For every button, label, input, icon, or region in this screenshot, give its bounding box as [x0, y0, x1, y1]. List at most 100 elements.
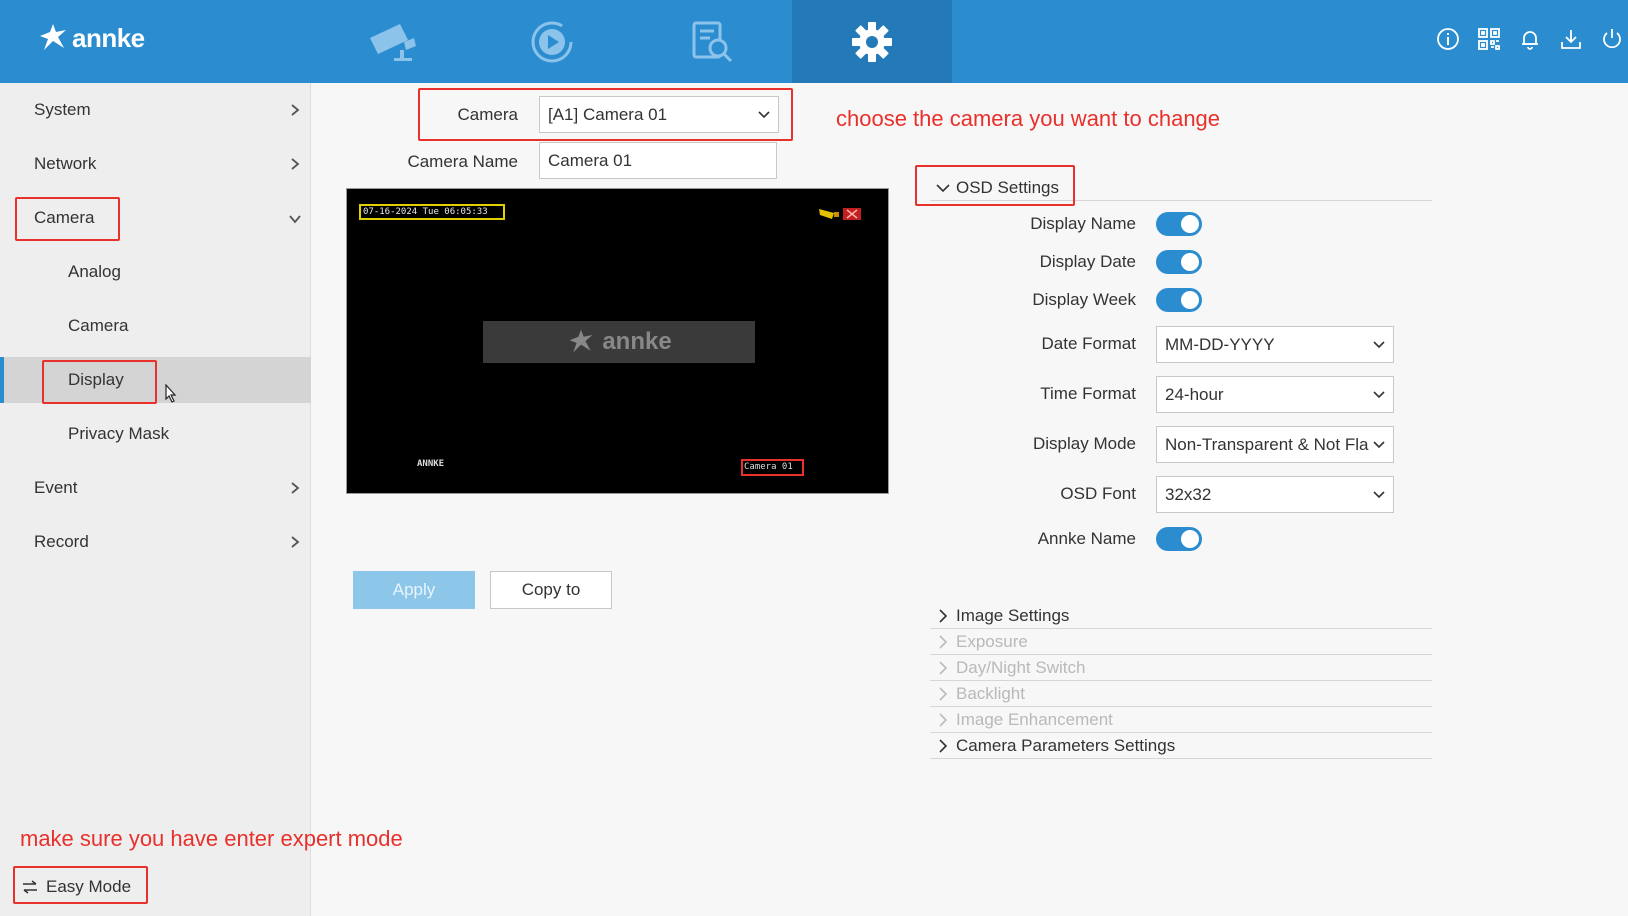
- alarm-icon: [843, 208, 861, 220]
- section-backlight: Backlight: [930, 681, 1432, 707]
- swap-icon: [23, 879, 37, 894]
- chevron-right-icon: [291, 482, 300, 494]
- chevron-right-icon: [291, 536, 300, 548]
- annke-logo-icon: [40, 24, 66, 50]
- camera-select[interactable]: [A1] Camera 01: [539, 96, 779, 133]
- osd-date-overlay[interactable]: 07-16-2024 Tue 06:05:33: [359, 204, 505, 220]
- info-icon[interactable]: [1435, 26, 1460, 51]
- chevron-down-icon: [936, 183, 950, 192]
- download-icon[interactable]: [1558, 26, 1583, 51]
- apply-button[interactable]: Apply: [353, 571, 475, 609]
- section-exposure: Exposure: [930, 629, 1432, 655]
- display-date-toggle[interactable]: [1156, 250, 1202, 274]
- chevron-down-icon: [1373, 341, 1385, 349]
- section-label: Image Enhancement: [956, 709, 1113, 729]
- section-label: Day/Night Switch: [956, 657, 1086, 677]
- time-format-label: Time Format: [1040, 384, 1136, 403]
- osd-annke-name[interactable]: ANNKE: [417, 459, 444, 469]
- mouse-cursor-icon: [165, 384, 177, 403]
- chevron-right-icon: [939, 608, 948, 623]
- bell-icon[interactable]: [1517, 26, 1542, 51]
- logo-text: annke: [72, 22, 145, 53]
- time-format-select[interactable]: 24-hour: [1156, 376, 1394, 413]
- sidebar-item-label: Camera: [34, 208, 95, 227]
- sidebar-item-privacy-mask[interactable]: Privacy Mask: [0, 411, 311, 457]
- sidebar-item-record[interactable]: Record: [0, 519, 311, 565]
- annke-name-toggle[interactable]: [1156, 527, 1202, 551]
- time-format-value: 24-hour: [1165, 384, 1224, 404]
- sidebar: System Network Camera Analog Camera Disp…: [0, 83, 311, 916]
- chevron-down-icon: [1373, 441, 1385, 449]
- display-mode-label: Display Mode: [1033, 434, 1136, 453]
- nav-tab-live-view[interactable]: [312, 0, 472, 83]
- camera-icon: [370, 23, 416, 61]
- power-icon[interactable]: [1599, 26, 1624, 51]
- section-label: Backlight: [956, 683, 1025, 703]
- section-day-night-switch: Day/Night Switch: [930, 655, 1432, 681]
- file-search-icon: [692, 21, 733, 62]
- top-icon-bar: [1435, 26, 1628, 51]
- top-bar: annke: [0, 0, 1628, 83]
- section-image-enhancement: Image Enhancement: [930, 707, 1432, 733]
- copy-to-button[interactable]: Copy to: [490, 571, 612, 609]
- sidebar-item-label: Event: [34, 478, 78, 497]
- display-name-toggle[interactable]: [1156, 212, 1202, 236]
- annke-logo-icon: [569, 329, 593, 353]
- sidebar-item-display[interactable]: Display: [0, 357, 311, 403]
- annke-name-label: Annke Name: [1037, 529, 1136, 548]
- playback-icon: [531, 21, 573, 62]
- section-label: Camera Parameters Settings: [956, 735, 1176, 755]
- chevron-right-icon: [291, 104, 300, 116]
- sidebar-item-label: Privacy Mask: [68, 424, 170, 443]
- osd-settings-header[interactable]: OSD Settings: [930, 175, 1432, 201]
- display-week-label: Display Week: [1032, 290, 1136, 309]
- sidebar-item-label: Record: [34, 532, 89, 551]
- display-date-label: Display Date: [1039, 252, 1136, 271]
- nav-tab-search[interactable]: [632, 0, 792, 83]
- osd-font-select[interactable]: 32x32: [1156, 476, 1394, 513]
- osd-status-icons: [818, 207, 862, 221]
- sidebar-item-event[interactable]: Event: [0, 465, 311, 511]
- camera-name-label: Camera Name: [407, 152, 518, 171]
- camera-select-value: [A1] Camera 01: [548, 104, 668, 124]
- chevron-down-icon: [1373, 491, 1385, 499]
- nav-tab-playback[interactable]: [472, 0, 632, 83]
- annke-logo: annke: [36, 22, 145, 54]
- chevron-right-icon: [939, 686, 948, 701]
- date-format-select[interactable]: MM-DD-YYYY: [1156, 326, 1394, 363]
- osd-camera-name[interactable]: Camera 01: [741, 459, 804, 476]
- easy-mode-button[interactable]: Easy Mode: [14, 868, 148, 905]
- motion-icon: [819, 209, 839, 219]
- display-mode-select[interactable]: Non-Transparent & Not Fla: [1156, 426, 1394, 463]
- section-camera-parameters[interactable]: Camera Parameters Settings: [930, 733, 1432, 759]
- sidebar-item-system[interactable]: System: [0, 87, 311, 133]
- camera-label: Camera: [457, 105, 518, 124]
- chevron-right-icon: [939, 660, 948, 675]
- camera-name-value: Camera 01: [548, 150, 633, 170]
- display-mode-value: Non-Transparent & Not Fla: [1165, 434, 1369, 454]
- easy-mode-label: Easy Mode: [46, 876, 132, 896]
- date-format-value: MM-DD-YYYY: [1165, 334, 1275, 354]
- osd-settings-title: OSD Settings: [956, 177, 1059, 197]
- sidebar-item-camera[interactable]: Camera: [0, 195, 311, 241]
- sidebar-item-analog[interactable]: Analog: [0, 249, 311, 295]
- display-name-label: Display Name: [1030, 214, 1136, 233]
- chevron-down-icon: [758, 111, 770, 119]
- section-image-settings[interactable]: Image Settings: [930, 603, 1432, 629]
- sidebar-item-network[interactable]: Network: [0, 141, 311, 187]
- nav-tab-configuration[interactable]: [792, 0, 952, 83]
- preview-brand-text: annke: [602, 328, 672, 355]
- sidebar-item-label: Display: [68, 370, 124, 389]
- section-label: Exposure: [956, 631, 1028, 651]
- qr-code-icon[interactable]: [1476, 26, 1501, 51]
- display-week-toggle[interactable]: [1156, 288, 1202, 312]
- chevron-right-icon: [939, 738, 948, 753]
- sidebar-item-camera-sub[interactable]: Camera: [0, 303, 311, 349]
- sidebar-item-label: Analog: [68, 262, 121, 281]
- annotation-expert-hint: make sure you have enter expert mode: [20, 826, 403, 851]
- section-label: Image Settings: [956, 605, 1070, 625]
- chevron-right-icon: [939, 712, 948, 727]
- camera-preview[interactable]: 07-16-2024 Tue 06:05:33 annke ANNKE Came…: [346, 188, 889, 494]
- sidebar-item-label: Camera: [68, 316, 129, 335]
- camera-name-input[interactable]: Camera 01: [539, 142, 777, 179]
